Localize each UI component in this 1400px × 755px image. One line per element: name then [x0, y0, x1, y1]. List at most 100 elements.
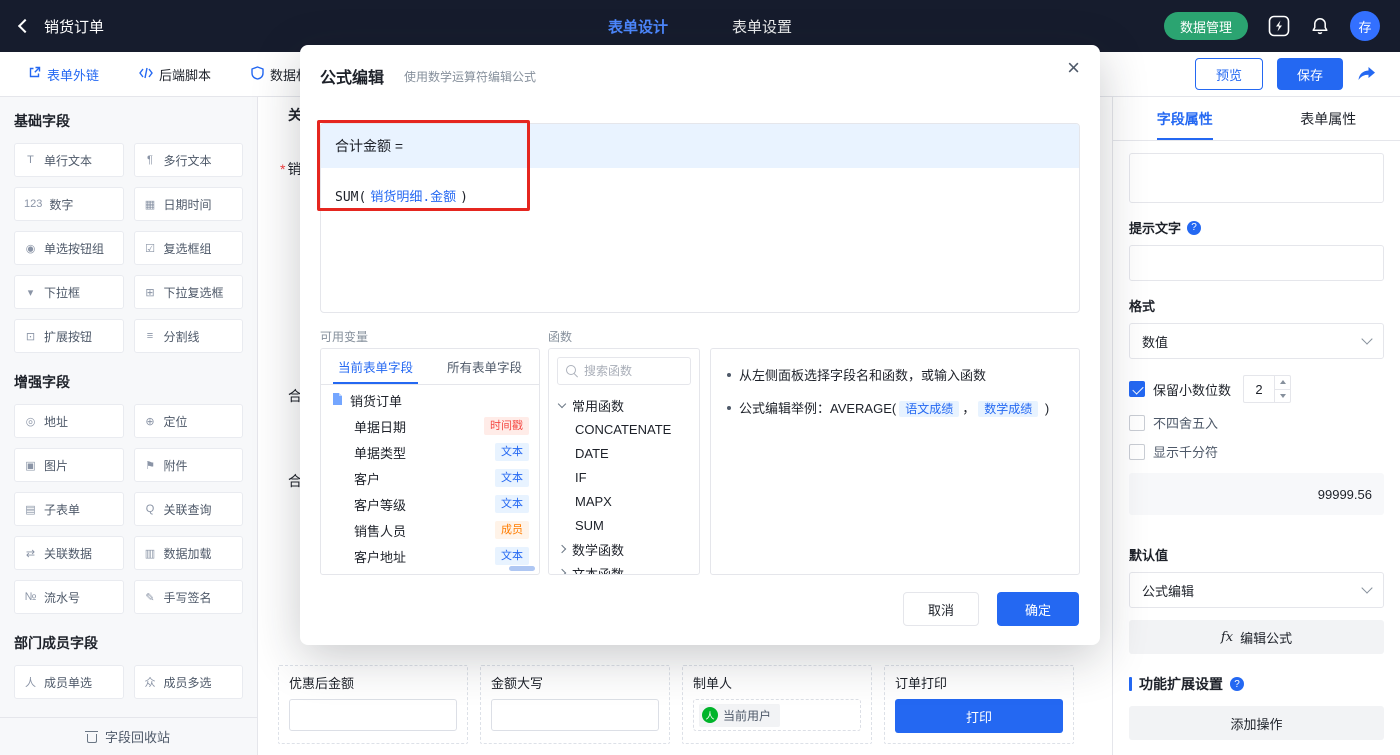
- field-chip[interactable]: 123 数字: [14, 187, 124, 221]
- function-group-common[interactable]: 常用函数: [549, 393, 699, 417]
- field-chip[interactable]: ◉ 单选按钮组: [14, 231, 124, 265]
- field-chip[interactable]: ▤ 子表单: [14, 492, 124, 526]
- add-action-label: 添加操作: [1230, 714, 1282, 733]
- function-group-math[interactable]: 数学函数: [549, 537, 699, 561]
- variable-row[interactable]: 客户地址 文本: [321, 543, 539, 569]
- amount-in-words-input[interactable]: [491, 699, 659, 731]
- help-icon[interactable]: ?: [1230, 677, 1244, 691]
- field-chip[interactable]: ✎ 手写签名: [134, 580, 244, 614]
- preview-button[interactable]: 预览: [1195, 58, 1263, 90]
- field-chip-label: 下拉框: [44, 284, 80, 301]
- order-print-field[interactable]: 订单打印 打印: [884, 665, 1074, 744]
- bell-icon[interactable]: [1310, 16, 1330, 36]
- function-group-label: 文本函数: [572, 564, 624, 576]
- field-chip[interactable]: ▣ 图片: [14, 448, 124, 482]
- decimal-places-label: 保留小数位数: [1153, 380, 1231, 399]
- field-chip[interactable]: ⇄ 关联数据: [14, 536, 124, 570]
- field-chip[interactable]: T 单行文本: [14, 143, 124, 177]
- field-chip[interactable]: Q 关联查询: [134, 492, 244, 526]
- backend-script-item[interactable]: 后端脚本: [139, 65, 211, 84]
- function-item[interactable]: IF: [549, 465, 699, 489]
- variable-row[interactable]: 客户 文本: [321, 465, 539, 491]
- close-icon[interactable]: ×: [1067, 57, 1080, 79]
- field-chip-label: 关联数据: [44, 545, 92, 562]
- confirm-button[interactable]: 确定: [997, 592, 1079, 626]
- avatar[interactable]: 存: [1350, 11, 1380, 41]
- amount-in-words-field[interactable]: 金额大写: [480, 665, 670, 744]
- function-item[interactable]: MAPX: [549, 489, 699, 513]
- decimal-places-checkbox[interactable]: [1129, 381, 1145, 397]
- variable-row[interactable]: 客户等级 文本: [321, 491, 539, 517]
- variables-tabs: 当前表单字段 所有表单字段: [321, 349, 539, 385]
- default-value: 公式编辑: [1142, 581, 1194, 600]
- save-button[interactable]: 保存: [1277, 58, 1343, 90]
- formula-field-token[interactable]: 销货明细.金额: [370, 190, 456, 205]
- app-center-icon[interactable]: [1268, 15, 1290, 37]
- field-chip[interactable]: ⊕ 定位: [134, 404, 244, 438]
- variable-row[interactable]: 单据类型 文本: [321, 439, 539, 465]
- creator-input[interactable]: 人 当前用户: [693, 699, 861, 731]
- variable-row[interactable]: 单据日期 时间戳: [321, 413, 539, 439]
- function-search-box[interactable]: [557, 357, 691, 385]
- discount-amount-field[interactable]: 优惠后金额: [278, 665, 468, 744]
- variable-row[interactable]: 销售人员 成员: [321, 517, 539, 543]
- function-group-text[interactable]: 文本函数: [549, 561, 699, 575]
- field-chip[interactable]: ▾ 下拉框: [14, 275, 124, 309]
- form-tree-root[interactable]: 销货订单: [321, 387, 539, 413]
- function-item[interactable]: CONCATENATE: [549, 417, 699, 441]
- creator-field[interactable]: 制单人 人 当前用户: [682, 665, 872, 744]
- field-description-box[interactable]: [1129, 153, 1384, 203]
- field-chip-label: 子表单: [44, 501, 80, 518]
- field-recycle-bin[interactable]: 字段回收站: [0, 717, 257, 755]
- no-rounding-checkbox[interactable]: [1129, 415, 1145, 431]
- field-chip[interactable]: ▥ 数据加载: [134, 536, 244, 570]
- print-button[interactable]: 打印: [895, 699, 1063, 733]
- field-chip[interactable]: ☑ 复选框组: [134, 231, 244, 265]
- hint-text-input[interactable]: [1129, 245, 1384, 281]
- tab-form-design[interactable]: 表单设计: [608, 16, 668, 37]
- field-chip[interactable]: ⊡ 扩展按钮: [14, 319, 124, 353]
- field-chip[interactable]: ¶ 多行文本: [134, 143, 244, 177]
- toolbar-actions: 预览 保存: [1195, 58, 1376, 90]
- function-item[interactable]: SUM: [549, 513, 699, 537]
- variable-type-tag: 文本: [495, 469, 529, 487]
- tab-form-settings[interactable]: 表单设置: [732, 16, 792, 37]
- field-chip[interactable]: 人 成员单选: [14, 665, 124, 699]
- tab-field-properties[interactable]: 字段属性: [1113, 97, 1257, 140]
- stepper-down-button[interactable]: [1275, 389, 1290, 403]
- share-icon[interactable]: [1357, 66, 1376, 82]
- cancel-button[interactable]: 取消: [903, 592, 979, 626]
- thousands-separator-checkbox[interactable]: [1129, 444, 1145, 460]
- back-button[interactable]: [18, 19, 32, 33]
- formula-expression[interactable]: SUM(销货明细.金额): [321, 168, 1079, 223]
- decimal-places-stepper[interactable]: 2: [1243, 375, 1291, 403]
- discount-amount-input[interactable]: [289, 699, 457, 731]
- scrollbar-thumb[interactable]: [509, 566, 535, 571]
- data-manage-button[interactable]: 数据管理: [1164, 12, 1248, 40]
- field-chip[interactable]: № 流水号: [14, 580, 124, 614]
- function-item[interactable]: DATE: [549, 441, 699, 465]
- field-chip[interactable]: ⚑ 附件: [134, 448, 244, 482]
- format-select[interactable]: 数值: [1129, 323, 1384, 359]
- bullet-icon: [727, 373, 731, 377]
- edit-formula-button[interactable]: fx 编辑公式: [1129, 620, 1384, 654]
- field-chip[interactable]: 众 成员多选: [134, 665, 244, 699]
- add-action-button[interactable]: 添加操作: [1129, 706, 1384, 740]
- tab-all-form-fields[interactable]: 所有表单字段: [430, 349, 539, 384]
- formula-editor[interactable]: 合计金额 = SUM(销货明细.金额): [320, 123, 1080, 313]
- stepper-up-button[interactable]: [1275, 376, 1290, 389]
- field-type-icon: ⚑: [144, 459, 157, 472]
- field-chip[interactable]: ▦ 日期时间: [134, 187, 244, 221]
- tab-current-form-fields[interactable]: 当前表单字段: [321, 349, 430, 384]
- default-value-select[interactable]: 公式编辑: [1129, 572, 1384, 608]
- function-search-input[interactable]: [584, 364, 682, 378]
- tab-form-properties[interactable]: 表单属性: [1257, 97, 1400, 140]
- field-type-icon: ▦: [144, 198, 157, 211]
- help-icon[interactable]: ?: [1187, 221, 1201, 235]
- form-external-link-item[interactable]: 表单外链: [28, 65, 99, 84]
- backend-script-label: 后端脚本: [159, 65, 211, 84]
- field-chip[interactable]: ⊞ 下拉复选框: [134, 275, 244, 309]
- field-chip[interactable]: ◎ 地址: [14, 404, 124, 438]
- field-chip-label: 地址: [44, 413, 68, 430]
- field-chip[interactable]: ≡ 分割线: [134, 319, 244, 353]
